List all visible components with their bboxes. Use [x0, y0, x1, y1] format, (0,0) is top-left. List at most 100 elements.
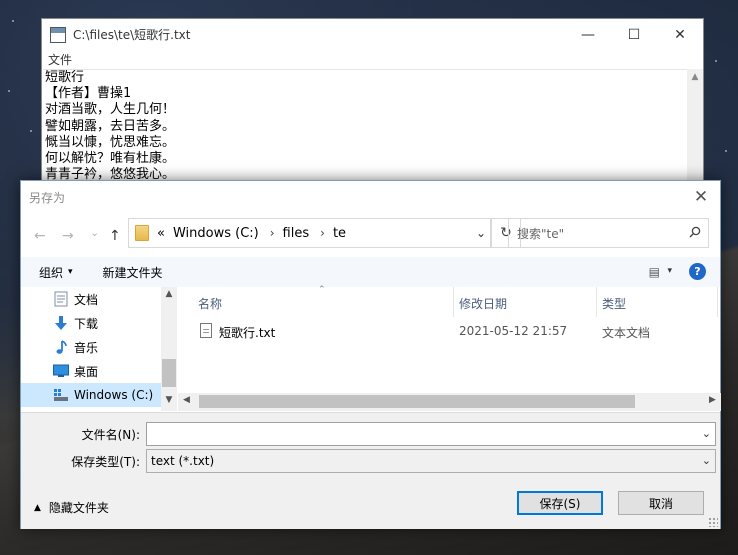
text-line: 对酒当歌，人生几何！ — [45, 102, 176, 118]
download-icon — [53, 315, 69, 331]
filetype-value: text (*.txt) — [151, 454, 215, 468]
view-options-icon[interactable]: ▤ — [649, 265, 660, 279]
chevron-up-icon: ▲ — [34, 502, 41, 513]
browser-pane: 文档 下载 音乐 桌面 Windows (C:) ▲ ▼ ⌃ 名称 修改日期 类… — [21, 285, 721, 411]
window-title: C:\files\te\短歌行.txt — [73, 28, 191, 42]
file-type: 文本文档 — [602, 326, 651, 340]
address-dropdown-icon[interactable]: ⌄ — [476, 226, 486, 240]
scroll-up-icon[interactable]: ▲ — [687, 69, 703, 85]
maximize-button[interactable]: ☐ — [611, 19, 657, 50]
scroll-down-icon[interactable]: ▼ — [161, 395, 177, 405]
tree-item-documents[interactable]: 文档 — [21, 287, 161, 311]
new-folder-button[interactable]: 新建文件夹 — [103, 264, 163, 281]
text-line: 譬如朝露，去日苦多。 — [45, 118, 176, 134]
filename-label: 文件名(N): — [81, 428, 140, 442]
breadcrumb-overflow[interactable]: « — [157, 226, 165, 241]
star-decoration — [30, 130, 32, 132]
tree-vertical-scrollbar[interactable]: ▲ ▼ — [161, 287, 177, 411]
breadcrumb-separator: › — [269, 226, 275, 240]
tree-item-windows-c[interactable]: Windows (C:) — [21, 383, 161, 407]
text-line: 何以解忧？唯有杜康。 — [45, 151, 176, 167]
hide-folders-label: 隐藏文件夹 — [48, 501, 109, 515]
close-button[interactable]: ✕ — [657, 19, 703, 50]
breadcrumb-te[interactable]: te — [333, 226, 346, 241]
filetype-label: 保存类型(T): — [71, 455, 140, 469]
column-divider[interactable] — [596, 287, 597, 317]
scroll-right-icon[interactable]: ▶ — [709, 395, 716, 405]
column-type[interactable]: 类型 — [602, 295, 626, 312]
column-modified[interactable]: 修改日期 — [459, 295, 507, 312]
dialog-close-button[interactable]: ✕ — [688, 185, 714, 209]
forward-arrow-icon[interactable]: → — [62, 228, 74, 244]
hide-folders-toggle[interactable]: ▲ 隐藏文件夹 — [34, 499, 109, 516]
organize-label: 组织 — [39, 265, 64, 280]
filename-input[interactable]: ⌄ — [146, 422, 716, 446]
scroll-up-icon[interactable]: ▲ — [161, 289, 177, 299]
menu-file[interactable]: 文件 — [48, 51, 72, 68]
text-line: 慨当以慷，忧思难忘。 — [45, 134, 176, 150]
view-dropdown-icon[interactable]: ▾ — [667, 266, 672, 276]
file-row[interactable]: 短歌行.txt 2021-05-12 21:57 文本文档 — [178, 321, 721, 345]
up-arrow-icon[interactable]: ↑ — [109, 228, 121, 244]
breadcrumb-files[interactable]: files — [283, 226, 310, 241]
drive-icon — [53, 387, 69, 403]
text-file-icon — [200, 323, 212, 338]
minimize-button[interactable]: — — [565, 19, 611, 50]
folder-icon — [135, 225, 149, 241]
save-as-dialog: 另存为 ✕ ← → ⌄ ↑ « Windows (C:) › files › t… — [20, 180, 721, 529]
save-options-panel: 文件名(N): ⌄ 保存类型(T): text (*.txt) ⌄ ▲ 隐藏文件… — [21, 412, 720, 529]
tree-item-label: 下载 — [74, 316, 99, 331]
filetype-select[interactable]: text (*.txt) ⌄ — [146, 449, 716, 473]
text-line: 【作者】曹操1 — [45, 86, 131, 102]
recent-locations-icon[interactable]: ⌄ — [90, 226, 99, 239]
menu-bar: 文件 — [42, 50, 703, 68]
navigation-tree: 文档 下载 音乐 桌面 Windows (C:) — [21, 287, 161, 411]
app-window-icon — [50, 26, 66, 43]
scrollbar-thumb[interactable] — [162, 359, 176, 387]
chevron-down-icon[interactable]: ⌄ — [702, 427, 711, 440]
column-divider[interactable] — [717, 287, 718, 317]
text-line: 短歌行 — [45, 70, 85, 85]
file-modified: 2021-05-12 21:57 — [459, 324, 568, 338]
star-decoration — [725, 150, 727, 152]
sort-ascending-icon: ⌃ — [318, 285, 326, 295]
search-placeholder: 搜索"te" — [517, 226, 565, 241]
music-icon — [53, 339, 69, 355]
tree-item-label: 桌面 — [74, 364, 99, 379]
tree-item-label: 文档 — [74, 292, 99, 307]
navigation-row: ← → ⌄ ↑ « Windows (C:) › files › te ⌄ ↻ … — [21, 214, 720, 256]
chevron-down-icon: ▾ — [68, 267, 73, 277]
help-icon[interactable]: ? — [689, 263, 706, 280]
documents-icon — [53, 291, 69, 307]
save-button[interactable]: 保存(S) — [517, 491, 603, 515]
resize-grip-icon[interactable] — [708, 517, 718, 527]
star-decoration — [715, 60, 717, 62]
search-box[interactable]: 搜索"te" — [508, 218, 709, 248]
tree-item-music[interactable]: 音乐 — [21, 335, 161, 359]
file-name: 短歌行.txt — [219, 326, 276, 340]
dialog-title: 另存为 — [29, 190, 66, 205]
search-icon[interactable] — [689, 226, 701, 238]
title-bar[interactable]: C:\files\te\短歌行.txt — ☐ ✕ — [42, 19, 703, 50]
tree-item-label: Windows (C:) — [74, 388, 154, 402]
column-name[interactable]: 名称 — [198, 295, 222, 312]
breadcrumb-windows-c[interactable]: Windows (C:) — [173, 226, 259, 241]
column-header: ⌃ 名称 修改日期 类型 — [178, 285, 721, 317]
tree-item-label: 音乐 — [74, 340, 99, 355]
scrollbar-thumb[interactable] — [199, 395, 635, 408]
star-decoration — [8, 90, 10, 92]
tree-item-desktop[interactable]: 桌面 — [21, 359, 161, 383]
address-bar[interactable]: « Windows (C:) › files › te ⌄ — [128, 218, 491, 248]
organize-button[interactable]: 组织 ▾ — [39, 264, 73, 281]
dialog-title-bar[interactable]: 另存为 ✕ — [21, 181, 720, 213]
desktop-icon — [53, 363, 69, 379]
back-arrow-icon[interactable]: ← — [34, 228, 46, 244]
tree-item-downloads[interactable]: 下载 — [21, 311, 161, 335]
list-horizontal-scrollbar[interactable]: ◀ ▶ — [178, 393, 721, 411]
cancel-button[interactable]: 取消 — [618, 491, 704, 515]
scroll-left-icon[interactable]: ◀ — [183, 395, 190, 405]
chevron-down-icon[interactable]: ⌄ — [702, 454, 711, 467]
column-divider[interactable] — [453, 287, 454, 317]
command-bar: 组织 ▾ 新建文件夹 ▤ ▾ ? — [21, 257, 720, 287]
star-decoration — [12, 20, 14, 22]
